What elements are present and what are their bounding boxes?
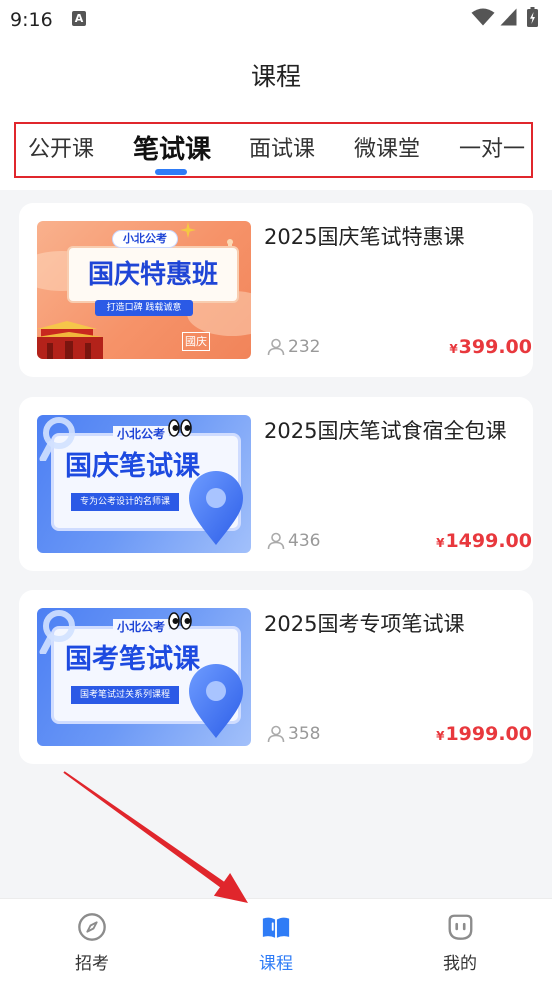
eyes-icon [168, 611, 192, 631]
student-count: 436 [288, 531, 321, 551]
tab-micro-class[interactable]: 微课堂 [347, 130, 427, 170]
price-value: 1499.00 [445, 530, 532, 552]
nav-item-mine[interactable]: 我的 [368, 899, 552, 983]
eyes-icon [168, 418, 192, 438]
nav-item-courses[interactable]: 课程 [184, 899, 368, 983]
page-title: 课程 [250, 62, 301, 91]
student-count: 232 [288, 337, 321, 357]
nav-item-recruitment[interactable]: 招考 [0, 899, 184, 983]
compass-icon [77, 912, 107, 942]
course-card[interactable]: 小北公考 国考笔试课 国考笔试过关系列课程 2025国考专项笔试课 358 ¥1… [19, 590, 533, 764]
tab-public-course[interactable]: 公开课 [21, 130, 101, 170]
course-price: ¥1499.00 [436, 528, 532, 556]
thumbnail-brand: 小北公考 [112, 230, 178, 248]
person-icon [267, 532, 285, 550]
thumbnail-brand: 小北公考 [113, 619, 170, 635]
wifi-icon [471, 8, 495, 26]
course-thumbnail: 国庆特惠班 小北公考 打造口碑 践载诚意 國庆 [37, 221, 251, 359]
tab-one-on-one[interactable]: 一对一 [453, 130, 531, 170]
signal-icon [500, 8, 517, 26]
battery-charging-icon [527, 7, 538, 27]
sparkle-icon [180, 222, 196, 238]
course-thumbnail: 小北公考 国考笔试课 国考笔试过关系列课程 [37, 608, 251, 746]
price-value: 1999.00 [445, 723, 532, 745]
person-icon [267, 725, 285, 743]
headline-panel: 国庆特惠班 [67, 246, 239, 303]
notification-a-icon: A [72, 11, 86, 26]
active-tab-indicator [155, 169, 187, 175]
thumbnail-badge: 國庆 [182, 332, 210, 351]
course-price: ¥1999.00 [436, 721, 532, 749]
tab-interview-course[interactable]: 面试课 [242, 130, 322, 170]
location-pin-icon [187, 471, 245, 547]
top-header-area: 9:16 A 课程 公开课 笔试课 面试课 微课堂 一对一 [0, 0, 552, 190]
course-thumbnail: 小北公考 国庆笔试课 专为公考设计的名师课 [37, 415, 251, 553]
person-icon [267, 338, 285, 356]
course-card[interactable]: 国庆特惠班 小北公考 打造口碑 践载诚意 國庆 2025国庆笔试特惠课 232 … [19, 203, 533, 377]
course-price: ¥399.00 [449, 334, 532, 362]
nav-label: 我的 [443, 954, 477, 974]
nav-label: 课程 [259, 954, 293, 974]
price-currency: ¥ [436, 729, 445, 743]
course-title: 2025国庆笔试食宿全包课 [264, 419, 507, 443]
price-value: 399.00 [458, 336, 532, 358]
tiananmen-illustration [37, 307, 103, 359]
thumbnail-headline: 国考笔试课 [65, 644, 200, 675]
thumbnail-tagline: 专为公考设计的名师课 [71, 493, 179, 511]
thumbnail-headline: 国庆特惠班 [87, 260, 218, 290]
book-open-icon [261, 912, 291, 942]
thumbnail-headline: 国庆笔试课 [65, 451, 200, 482]
course-title: 2025国庆笔试特惠课 [264, 225, 465, 249]
thumbnail-tagline: 打造口碑 践载诚意 [95, 300, 193, 316]
student-count: 358 [288, 724, 321, 744]
course-card[interactable]: 小北公考 国庆笔试课 专为公考设计的名师课 2025国庆笔试食宿全包课 436 … [19, 397, 533, 571]
thumbnail-tagline: 国考笔试过关系列课程 [71, 686, 179, 704]
tab-written-exam-course[interactable]: 笔试课 [127, 130, 217, 170]
price-currency: ¥ [436, 536, 445, 550]
location-pin-icon [187, 664, 245, 740]
face-icon [445, 912, 475, 942]
thumbnail-brand: 小北公考 [113, 426, 170, 442]
course-title: 2025国考专项笔试课 [264, 612, 465, 636]
nav-label: 招考 [75, 954, 109, 974]
price-currency: ¥ [449, 342, 458, 356]
bottom-navigation: 招考 课程 我的 [0, 898, 552, 983]
status-time: 9:16 [10, 9, 53, 31]
